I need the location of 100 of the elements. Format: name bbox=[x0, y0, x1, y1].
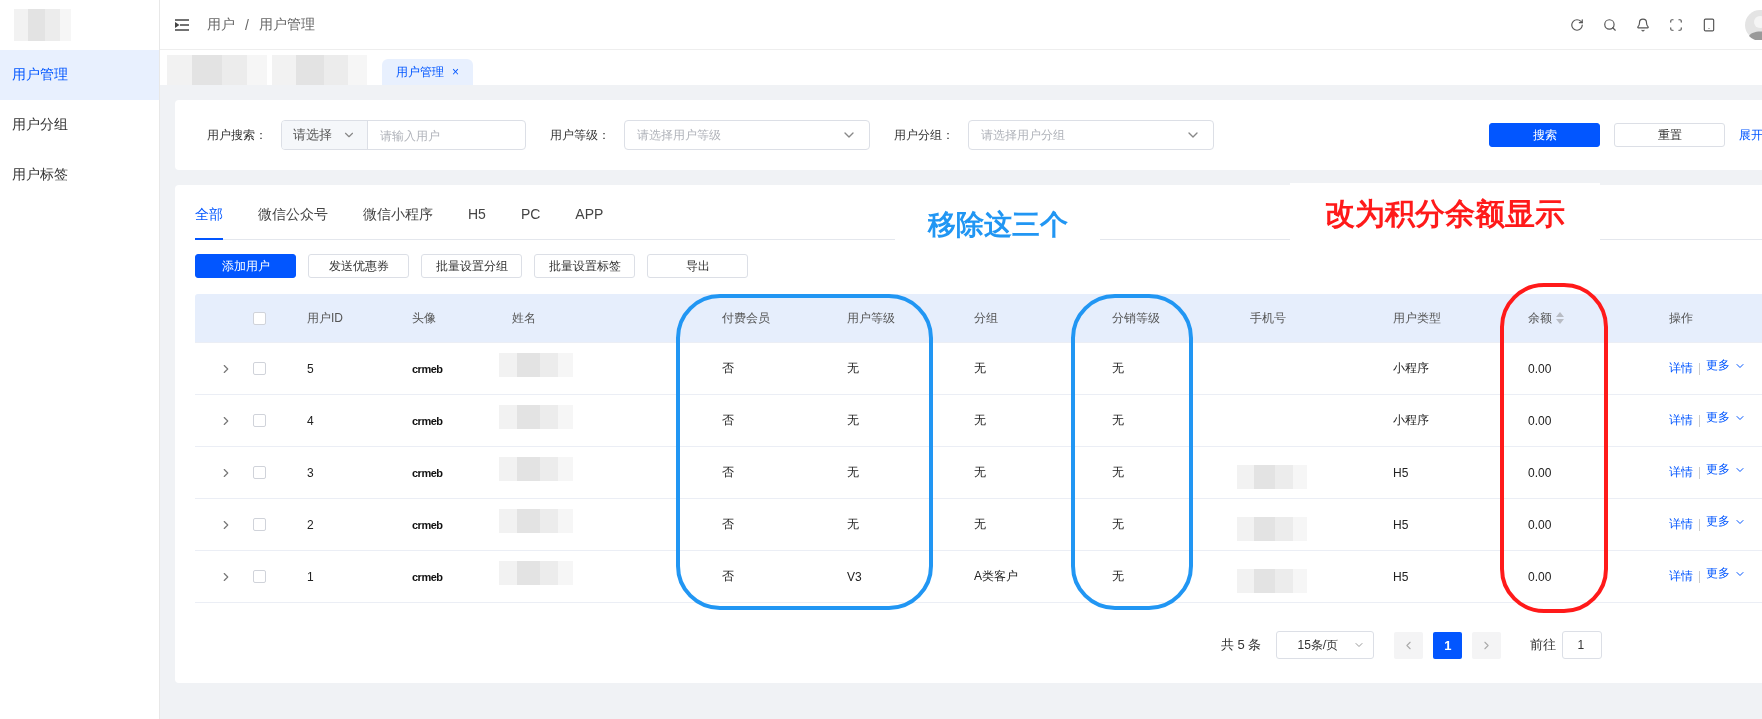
column-header: 余额 bbox=[1515, 309, 1656, 327]
action-button[interactable]: 发送优惠券 bbox=[308, 254, 409, 278]
column-header: 头像 bbox=[411, 309, 437, 327]
column-header: 分销等级 bbox=[1111, 309, 1161, 327]
table-cell-text: 0.00 bbox=[1527, 465, 1553, 480]
table-cell-text: 无 bbox=[846, 412, 860, 429]
table-cell-text: 无 bbox=[846, 464, 860, 481]
close-icon[interactable]: × bbox=[452, 65, 459, 79]
checkbox[interactable] bbox=[253, 518, 266, 531]
more-link[interactable]: 更多 bbox=[1706, 461, 1746, 478]
action-button[interactable]: 导出 bbox=[647, 254, 748, 278]
refresh-icon[interactable] bbox=[1570, 17, 1584, 32]
detail-link[interactable]: 详情 bbox=[1669, 568, 1693, 585]
table-cell-text: 无 bbox=[973, 412, 987, 429]
detail-link[interactable]: 详情 bbox=[1669, 412, 1693, 429]
page-size-select[interactable]: 15条/页 bbox=[1276, 631, 1375, 659]
goto-field[interactable]: 1 bbox=[1562, 631, 1603, 659]
avatar-logo: crmeb bbox=[411, 518, 443, 531]
search-field[interactable]: 请选择 请输入用户 bbox=[281, 120, 526, 150]
table-cell-text: 无 bbox=[1111, 360, 1125, 377]
table-cell-text: 无 bbox=[973, 360, 987, 377]
filter-label: 用户等级： bbox=[550, 126, 610, 144]
total-count: 共 5 条 bbox=[1221, 636, 1262, 654]
detail-link[interactable]: 详情 bbox=[1669, 360, 1693, 377]
page-tab[interactable]: 用户管理 × bbox=[382, 59, 473, 85]
column-header: 姓名 bbox=[511, 309, 537, 327]
table-cell-text: 0.00 bbox=[1527, 517, 1553, 532]
table-cell-text: 小程序 bbox=[1392, 412, 1430, 429]
channel-tab[interactable]: PC bbox=[520, 202, 541, 240]
table-cell-text: 小程序 bbox=[1392, 360, 1430, 377]
filter-label: 用户分组： bbox=[894, 126, 954, 144]
table-cell-text: H5 bbox=[1392, 465, 1410, 480]
search-button[interactable]: 搜索 bbox=[1489, 123, 1600, 147]
table-cell-text: 1 bbox=[306, 569, 315, 584]
table-cell-text: 0.00 bbox=[1527, 569, 1553, 584]
column-header: 手机号 bbox=[1249, 309, 1287, 327]
table-cell-text: 无 bbox=[973, 464, 987, 481]
detail-link[interactable]: 详情 bbox=[1669, 516, 1693, 533]
checkbox[interactable] bbox=[253, 362, 266, 375]
table-cell-text: 3 bbox=[306, 465, 315, 480]
menu-icon[interactable] bbox=[175, 18, 189, 31]
table-cell-text: A类客户 bbox=[973, 568, 1019, 585]
table-cell-text: 0.00 bbox=[1527, 361, 1553, 376]
channel-tab[interactable]: H5 bbox=[468, 202, 486, 240]
avatar-logo: crmeb bbox=[411, 362, 443, 375]
channel-tab[interactable]: 微信小程序 bbox=[363, 202, 433, 240]
table-cell-text: 否 bbox=[721, 568, 735, 585]
column-header: 用户ID bbox=[306, 309, 344, 327]
table-cell-text: 2 bbox=[306, 517, 315, 532]
reset-button[interactable]: 重置 bbox=[1614, 123, 1725, 147]
table-cell-text: V3 bbox=[846, 569, 863, 584]
detail-link[interactable]: 详情 bbox=[1669, 464, 1693, 481]
goto-label: 前往 bbox=[1530, 636, 1557, 654]
filter-label: 用户搜索： bbox=[207, 126, 267, 144]
sidebar-item[interactable]: 用户管理 bbox=[0, 50, 159, 100]
bell-icon[interactable] bbox=[1636, 17, 1650, 32]
checkbox[interactable] bbox=[253, 311, 266, 325]
table-cell-text: 无 bbox=[846, 516, 860, 533]
page-button[interactable]: 1 bbox=[1433, 631, 1463, 659]
checkbox[interactable] bbox=[253, 466, 266, 479]
channel-tab[interactable]: APP bbox=[575, 202, 604, 240]
avatar-logo: crmeb bbox=[411, 466, 443, 479]
column-header: 分组 bbox=[973, 309, 999, 327]
table-cell-text: 5 bbox=[306, 361, 315, 376]
column-header: 操作 bbox=[1668, 309, 1694, 327]
table-cell-text: 无 bbox=[1111, 516, 1125, 533]
channel-tab[interactable]: 全部 bbox=[195, 202, 223, 240]
column-header: 用户类型 bbox=[1392, 309, 1442, 327]
column-header: 付费会员 bbox=[721, 309, 771, 327]
more-link[interactable]: 更多 bbox=[1706, 513, 1746, 530]
more-link[interactable]: 更多 bbox=[1706, 357, 1746, 374]
table-cell-text: 否 bbox=[721, 464, 735, 481]
checkbox[interactable] bbox=[253, 414, 266, 427]
more-link[interactable]: 更多 bbox=[1706, 409, 1746, 426]
table-cell-text: 4 bbox=[306, 413, 315, 428]
table-cell-text: H5 bbox=[1392, 517, 1410, 532]
column-header: 用户等级 bbox=[846, 309, 896, 327]
blurred-logo bbox=[14, 9, 71, 41]
breadcrumb-separator: / bbox=[245, 16, 249, 33]
more-link[interactable]: 更多 bbox=[1706, 565, 1746, 582]
breadcrumb-current: 用户管理 bbox=[258, 15, 315, 34]
search-icon[interactable] bbox=[1603, 17, 1617, 32]
table-cell-text: 无 bbox=[1111, 412, 1125, 429]
avatar-logo: crmeb bbox=[411, 414, 443, 427]
table-cell-text: 无 bbox=[1111, 464, 1125, 481]
action-button[interactable]: 批量设置分组 bbox=[421, 254, 522, 278]
table-cell-text: 无 bbox=[846, 360, 860, 377]
breadcrumb-link[interactable]: 用户 bbox=[207, 15, 235, 34]
action-button[interactable]: 添加用户 bbox=[195, 254, 296, 278]
table-cell-text: 否 bbox=[721, 516, 735, 533]
fullscreen-icon[interactable] bbox=[1669, 17, 1683, 32]
table-cell-text: 无 bbox=[973, 516, 987, 533]
expand-link[interactable]: 展开 bbox=[1739, 126, 1762, 144]
avatar-logo: crmeb bbox=[411, 570, 443, 583]
table-cell-text: 无 bbox=[1111, 568, 1125, 585]
channel-tab[interactable]: 微信公众号 bbox=[258, 202, 328, 240]
tablet-icon[interactable] bbox=[1702, 17, 1716, 32]
checkbox[interactable] bbox=[253, 570, 266, 583]
table-cell-text: 否 bbox=[721, 360, 735, 377]
action-button[interactable]: 批量设置标签 bbox=[534, 254, 635, 278]
